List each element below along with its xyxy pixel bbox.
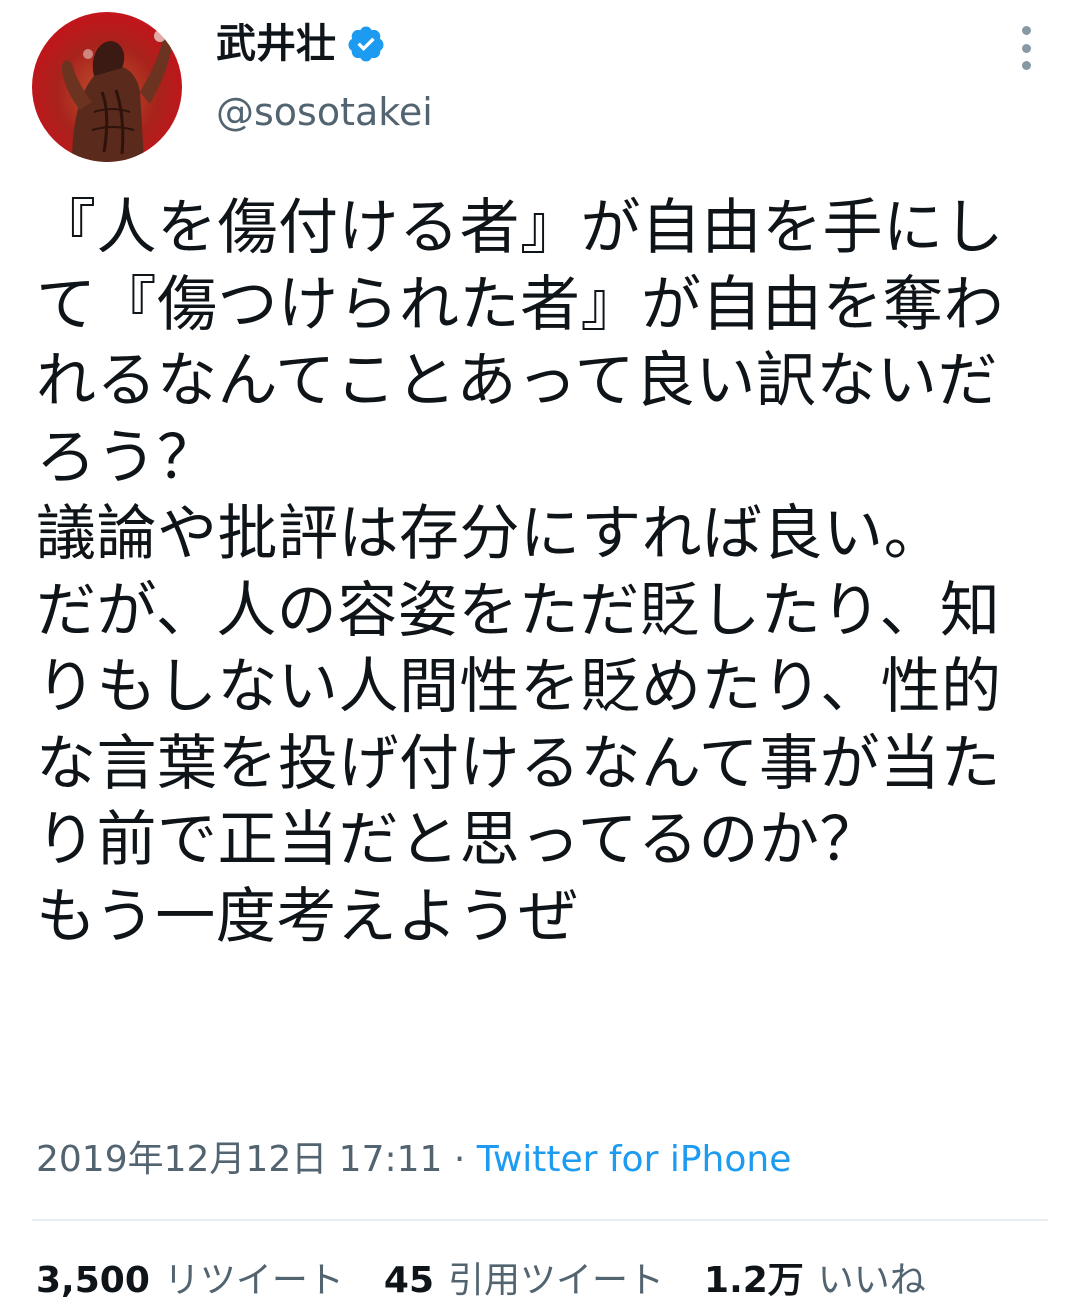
meta-separator: · bbox=[442, 1139, 477, 1180]
likes-label: いいね bbox=[817, 1260, 926, 1301]
retweets-stat[interactable]: 3,500 リツイート bbox=[36, 1256, 344, 1306]
verified-badge-icon bbox=[348, 26, 384, 62]
more-vertical-icon[interactable] bbox=[1012, 26, 1040, 70]
quotes-label: 引用ツイート bbox=[448, 1260, 665, 1301]
retweets-count: 3,500 bbox=[36, 1260, 150, 1301]
quotes-count: 45 bbox=[383, 1260, 434, 1301]
tweet-stats: 3,500 リツイート 45 引用ツイート 1.2万 いいね bbox=[36, 1256, 966, 1306]
quotes-stat[interactable]: 45 引用ツイート bbox=[384, 1256, 664, 1306]
display-name[interactable]: 武井壮 bbox=[216, 20, 336, 68]
author-handle[interactable]: @sosotakei bbox=[216, 88, 433, 136]
tweet-timestamp[interactable]: 2019年12月12日 17:11 bbox=[36, 1139, 442, 1180]
author-header[interactable]: 武井壮 bbox=[216, 20, 386, 68]
retweets-label: リツイート bbox=[163, 1260, 344, 1301]
tweet-source-link[interactable]: Twitter for iPhone bbox=[477, 1139, 792, 1180]
divider bbox=[32, 1219, 1048, 1221]
likes-count: 1.2万 bbox=[704, 1260, 804, 1301]
avatar-photo bbox=[62, 30, 172, 162]
avatar[interactable] bbox=[32, 12, 182, 162]
tweet-text: 『人を傷付ける者』が自由を手にして『傷つけられた者』が自由を奪われるなんてことあ… bbox=[36, 193, 1004, 952]
tweet-meta: 2019年12月12日 17:11 · Twitter for iPhone bbox=[36, 1136, 791, 1184]
likes-stat[interactable]: 1.2万 いいね bbox=[704, 1256, 926, 1306]
